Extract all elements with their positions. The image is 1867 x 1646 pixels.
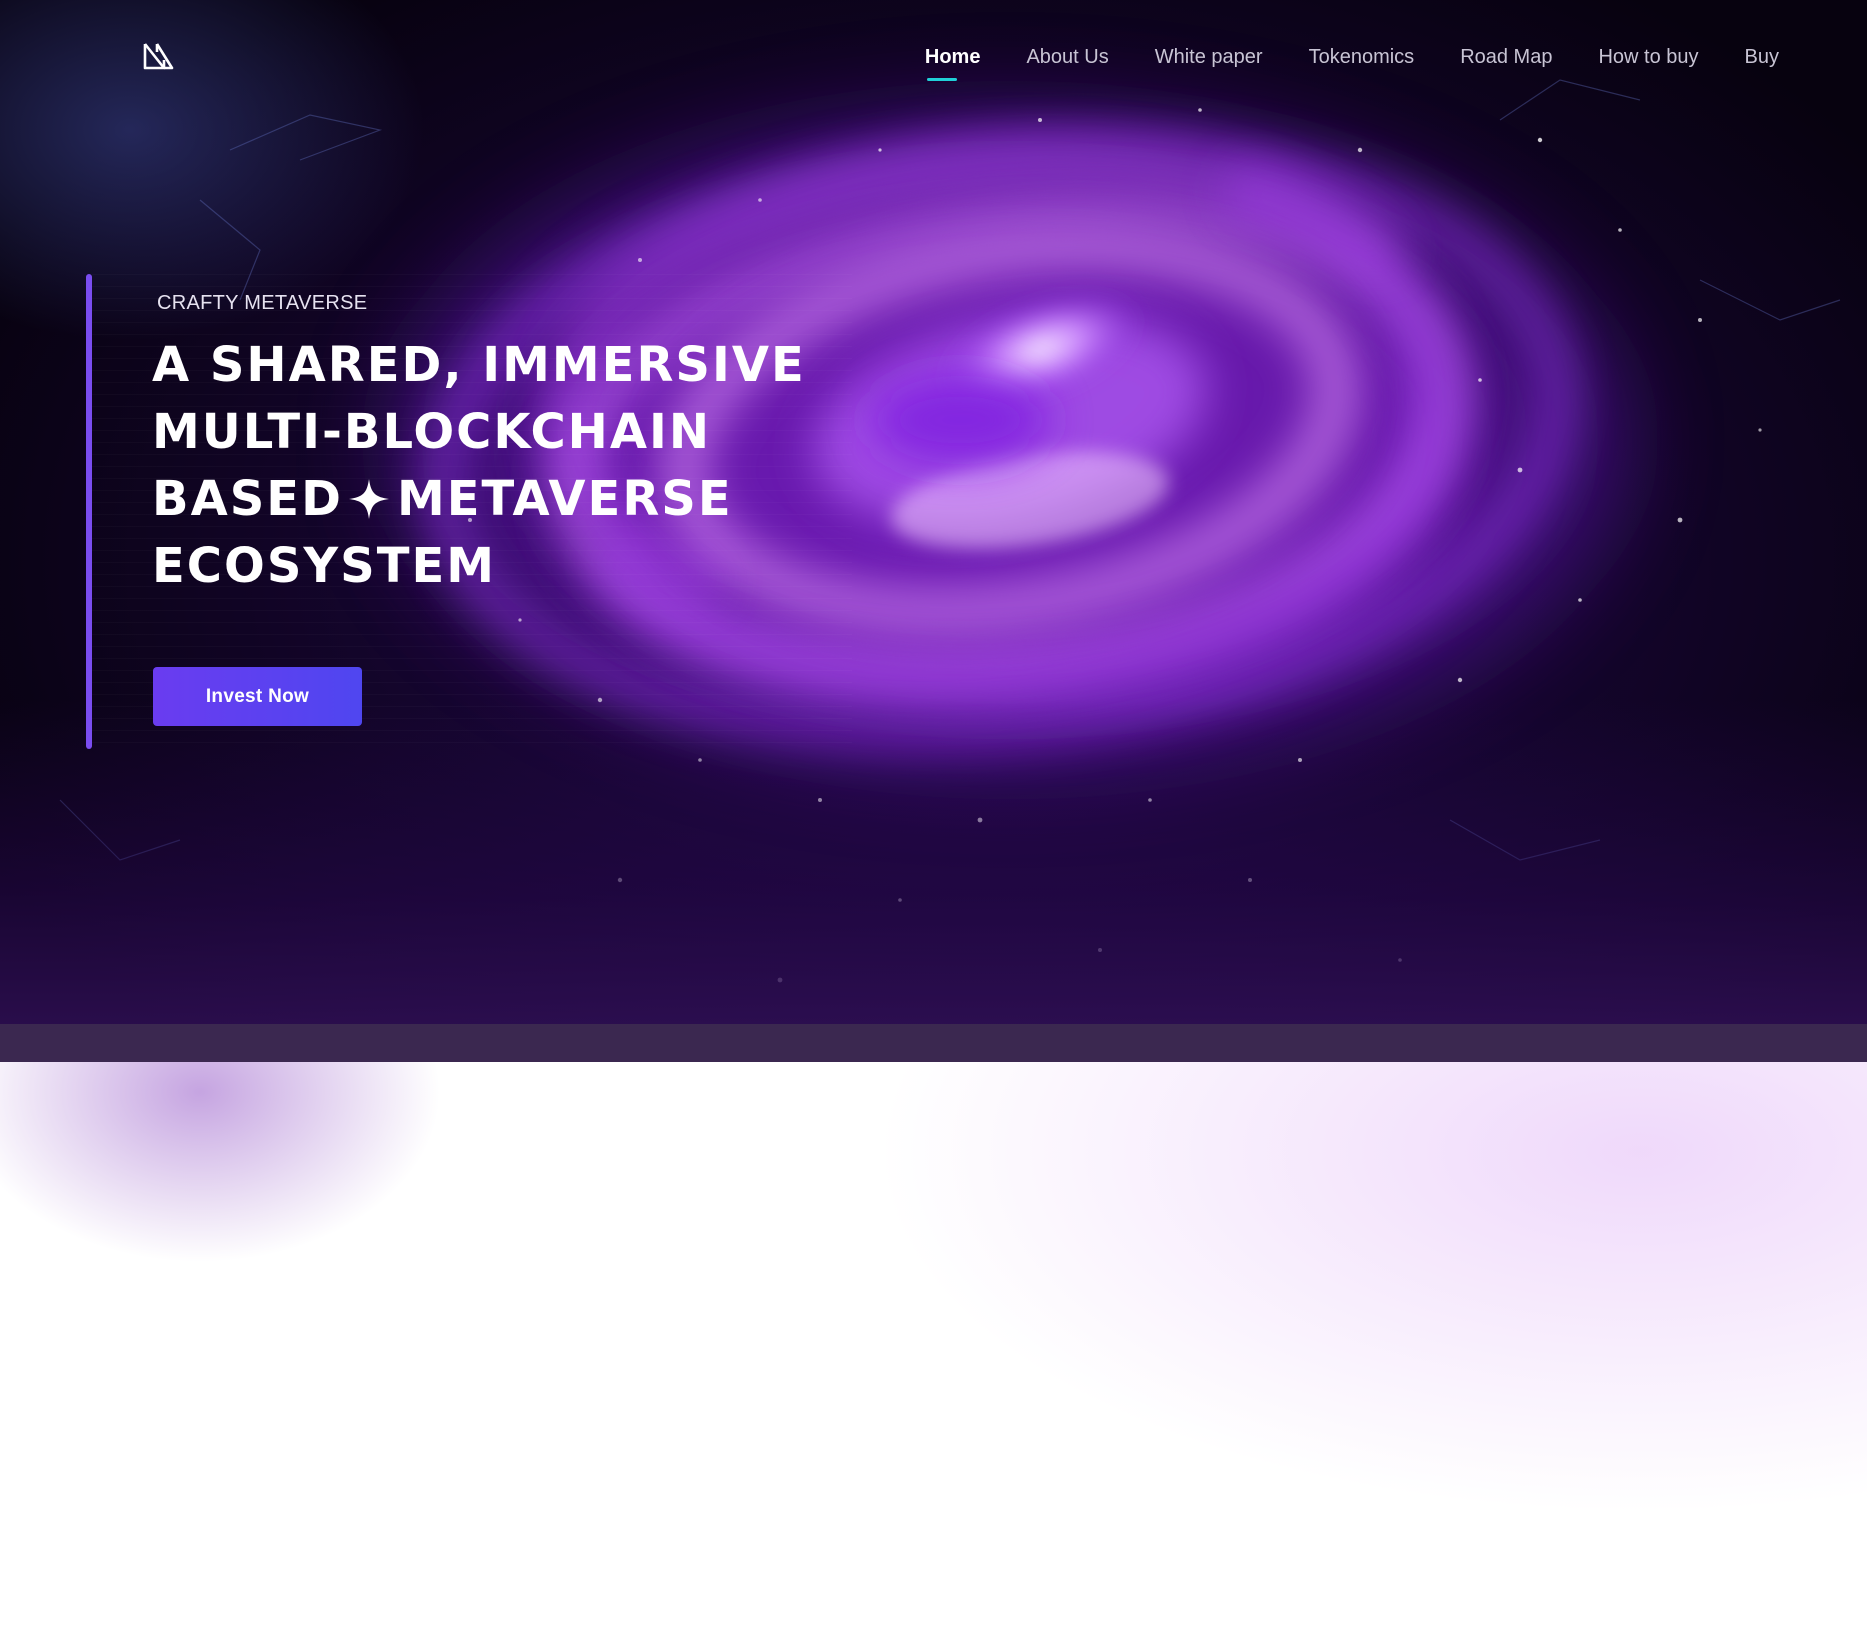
- hero-bottom-strip: [0, 1024, 1867, 1062]
- headline-line-3-part-a: BASED: [152, 471, 343, 527]
- hero-eyebrow: CRAFTY METAVERSE: [157, 292, 368, 314]
- active-indicator: [926, 78, 957, 81]
- headline-line-1: A SHARED, IMMERSIVE: [152, 337, 806, 393]
- page: Home About Us White paper Tokenomics Roa…: [0, 0, 1867, 1646]
- nav-item-label: Tokenomics: [1308, 46, 1415, 68]
- nav-item-label: About Us: [1026, 46, 1109, 68]
- nav-item-road-map[interactable]: Road Map: [1460, 46, 1552, 69]
- nav-item-about-us[interactable]: About Us: [1026, 46, 1108, 69]
- lower-section: [0, 1062, 1867, 1646]
- nav-item-label: Road Map: [1460, 46, 1553, 68]
- sparkle-icon: [348, 479, 389, 519]
- hero-section: Home About Us White paper Tokenomics Roa…: [0, 0, 1867, 1024]
- nav-item-label: Buy: [1744, 46, 1779, 68]
- nav-item-how-to-buy[interactable]: How to buy: [1598, 46, 1698, 69]
- headline-line-3: BASED METAVERSE: [152, 466, 912, 533]
- headline-line-2: MULTI-BLOCKCHAIN: [152, 404, 712, 460]
- nav-item-label: White paper: [1154, 46, 1263, 68]
- hero-accent-bar: [86, 274, 92, 749]
- nav-item-tokenomics[interactable]: Tokenomics: [1309, 46, 1415, 69]
- nav-item-white-paper[interactable]: White paper: [1155, 46, 1263, 69]
- main-nav: Home About Us White paper Tokenomics Roa…: [924, 46, 1779, 81]
- hero-headline: A SHARED, IMMERSIVE MULTI-BLOCKCHAIN BAS…: [152, 332, 912, 600]
- nav-item-label: How to buy: [1598, 46, 1699, 68]
- crafty-logo-icon[interactable]: [142, 40, 176, 72]
- nav-item-buy[interactable]: Buy: [1745, 46, 1779, 69]
- headline-line-3-part-b: METAVERSE: [396, 471, 733, 527]
- headline-line-4: ECOSYSTEM: [152, 538, 497, 594]
- nav-item-label: Home: [924, 46, 981, 68]
- nav-item-home[interactable]: Home: [924, 46, 981, 81]
- invest-now-button[interactable]: Invest Now: [153, 667, 362, 726]
